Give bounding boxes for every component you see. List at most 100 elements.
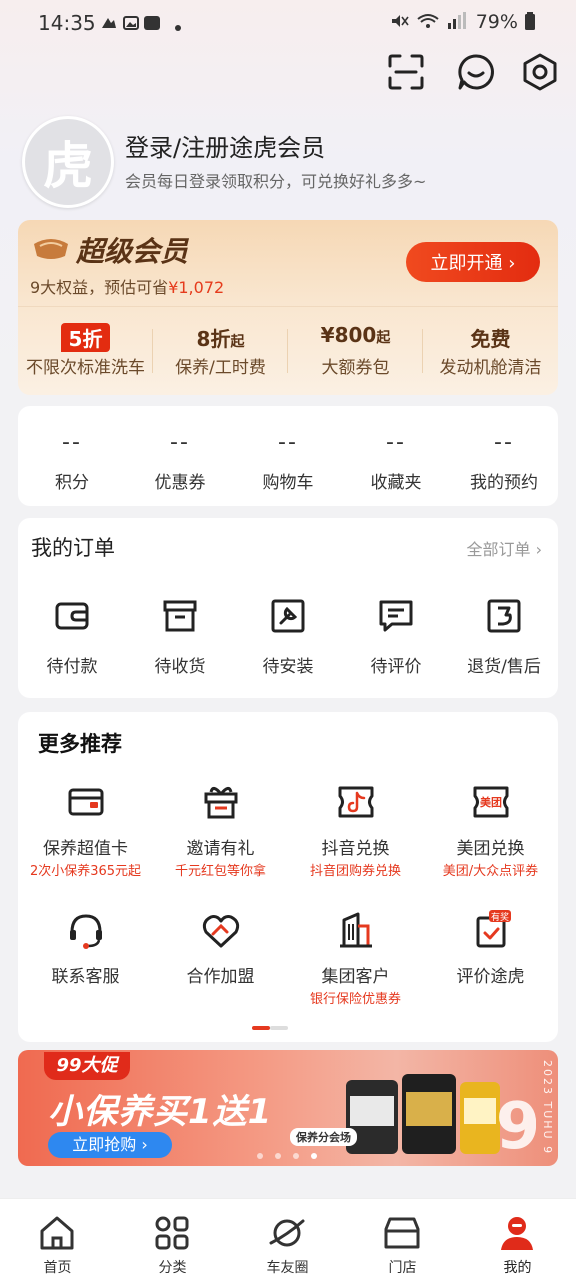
- buy-now-button[interactable]: 立即抢购 ›: [48, 1132, 172, 1158]
- nav-home[interactable]: 首页: [0, 1199, 115, 1281]
- status-bar: 14:35 79%: [0, 0, 576, 48]
- order-returns[interactable]: 退货/售后: [450, 596, 558, 686]
- nav-store[interactable]: 门店: [345, 1199, 460, 1281]
- notification-icon-group: [102, 16, 160, 30]
- settings-icon[interactable]: [520, 52, 560, 92]
- promo-banner[interactable]: 99大促 小保养买1送1 立即抢购 › 9 保养分会场 2023 TUHU 9: [18, 1050, 558, 1166]
- box-icon: [163, 600, 197, 632]
- login-register-title[interactable]: 登录/注册途虎会员: [125, 128, 325, 163]
- message-icon[interactable]: [456, 52, 496, 92]
- card-icon: [68, 788, 103, 816]
- benefit-value-text: 免费: [470, 327, 511, 351]
- stat-favorites[interactable]: -- 收藏夹: [342, 406, 450, 506]
- stat-cart[interactable]: -- 购物车: [234, 406, 342, 506]
- benefit-label: 保养/工时费: [175, 358, 266, 378]
- stat-appointments[interactable]: -- 我的预约: [450, 406, 558, 506]
- wallet-icon: [55, 602, 89, 630]
- planet-icon: [269, 1219, 305, 1247]
- promo-headline: 小保养买1送1: [48, 1092, 273, 1132]
- nav-label: 我的: [503, 1260, 532, 1276]
- battery-text: 79%: [475, 11, 518, 33]
- rec-label: 抖音兑换: [321, 839, 390, 859]
- order-pending-payment[interactable]: 待付款: [18, 596, 126, 686]
- nav-mine[interactable]: 我的: [460, 1199, 575, 1281]
- order-item-label: 待安装: [262, 657, 314, 677]
- bottom-navigation: 首页 分类 车友圈 门店 我的: [0, 1198, 576, 1281]
- member-subtitle-text: 9大权益，预估可省: [30, 278, 169, 297]
- order-pending-review[interactable]: 待评价: [342, 596, 450, 686]
- rec-meituan-exchange[interactable]: 美团 美团兑换 美团/大众点评券: [423, 782, 558, 892]
- benefit-discount-tag: 5折: [60, 323, 111, 352]
- my-orders-card: 我的订单 全部订单 › 待付款 待收货 待安装 待评价 退货/售后: [18, 518, 558, 698]
- status-time: 14:35: [38, 11, 96, 35]
- rec-franchise[interactable]: 合作加盟: [153, 910, 288, 1020]
- rec-invite-gift[interactable]: 邀请有礼 千元红包等你拿: [153, 782, 288, 892]
- benefit-item[interactable]: ¥800起 大额券包: [288, 307, 423, 395]
- recommend-title: 更多推荐: [38, 732, 122, 756]
- gift-icon: [204, 787, 237, 819]
- rec-label: 邀请有礼: [186, 839, 255, 859]
- rec-label: 集团客户: [321, 967, 390, 987]
- order-pending-receipt[interactable]: 待收货: [126, 596, 234, 686]
- benefit-label: 不限次标准洗车: [26, 358, 145, 378]
- avatar-logo: 虎: [43, 137, 93, 195]
- benefit-suffix: 起: [230, 334, 245, 350]
- nav-category[interactable]: 分类: [115, 1199, 230, 1281]
- order-item-label: 待评价: [370, 657, 422, 677]
- comment-icon: [379, 600, 413, 632]
- badge-text: 有奖: [490, 911, 508, 923]
- benefit-value: 免费: [423, 323, 558, 352]
- store-icon: [384, 1217, 420, 1249]
- stat-coupons[interactable]: -- 优惠券: [126, 406, 234, 506]
- benefit-item[interactable]: 5折 不限次标准洗车: [18, 307, 153, 395]
- benefit-value-text: 8折: [196, 327, 231, 351]
- orders-title: 我的订单: [31, 536, 115, 560]
- rec-sub: 抖音团购券兑换: [309, 864, 401, 879]
- avatar[interactable]: 虎: [22, 116, 114, 208]
- stat-label: 积分: [55, 473, 89, 493]
- oil-bottles-image: 9: [346, 1074, 536, 1162]
- order-pending-install[interactable]: 待安装: [234, 596, 342, 686]
- scan-icon[interactable]: [386, 52, 426, 92]
- wrench-icon: [271, 599, 305, 633]
- benefit-item[interactable]: 免费 发动机舱清洁: [423, 307, 558, 395]
- open-membership-button[interactable]: 立即开通 ›: [406, 242, 540, 282]
- big-nine: 9: [496, 1090, 536, 1162]
- super-member-card[interactable]: 超级会员 9大权益，预估可省¥1,072 立即开通 › 5折 不限次标准洗车 8…: [18, 220, 558, 395]
- stat-value: --: [494, 430, 514, 455]
- rec-customer-service[interactable]: 联系客服: [18, 910, 153, 1020]
- benefit-value: 5折: [18, 323, 153, 352]
- nav-label: 门店: [388, 1260, 417, 1276]
- rec-corporate-clients[interactable]: 集团客户 银行保险优惠券: [288, 910, 423, 1020]
- nav-label: 分类: [158, 1260, 187, 1276]
- rec-sub: 2次小保养365元起: [29, 864, 142, 879]
- benefit-value-text: ¥800: [320, 323, 377, 347]
- nav-label: 车友圈: [266, 1260, 309, 1276]
- member-header: 超级会员 9大权益，预估可省¥1,072 立即开通 ›: [18, 220, 558, 304]
- stat-value: --: [278, 430, 298, 455]
- status-right: 79%: [390, 11, 536, 33]
- rec-maintenance-card[interactable]: 保养超值卡 2次小保养365元起: [18, 782, 153, 892]
- more-recommendations-card: 更多推荐 保养超值卡 2次小保养365元起 邀请有礼 千元红包等你拿 抖音兑换 …: [18, 712, 558, 1042]
- stat-label: 购物车: [262, 473, 314, 493]
- headset-icon: [69, 914, 102, 949]
- member-subtitle: 9大权益，预估可省¥1,072: [30, 274, 224, 298]
- rec-label: 保养超值卡: [43, 839, 128, 859]
- benefit-value: ¥800起: [288, 323, 423, 347]
- douyin-icon: [338, 786, 373, 818]
- nav-community[interactable]: 车友圈: [230, 1199, 345, 1281]
- member-title: 超级会员: [76, 235, 189, 268]
- order-item-label: 待付款: [46, 657, 98, 677]
- order-item-label: 待收货: [154, 657, 206, 677]
- banner-page-dots: [257, 1153, 317, 1159]
- benefit-item[interactable]: 8折起 保养/工时费: [153, 307, 288, 395]
- rec-douyin-exchange[interactable]: 抖音兑换 抖音团购券兑换: [288, 782, 423, 892]
- user-icon: [501, 1217, 533, 1250]
- rec-label: 评价途虎: [456, 967, 525, 987]
- rec-review-tuhu[interactable]: 有奖 评价途虎: [423, 910, 558, 1020]
- banner-year-text: 2023 TUHU 9: [541, 1060, 554, 1156]
- all-orders-link[interactable]: 全部订单 ›: [467, 536, 543, 560]
- meituan-icon-text: 美团: [480, 795, 502, 809]
- stat-points[interactable]: -- 积分: [18, 406, 126, 506]
- stat-value: --: [386, 430, 406, 455]
